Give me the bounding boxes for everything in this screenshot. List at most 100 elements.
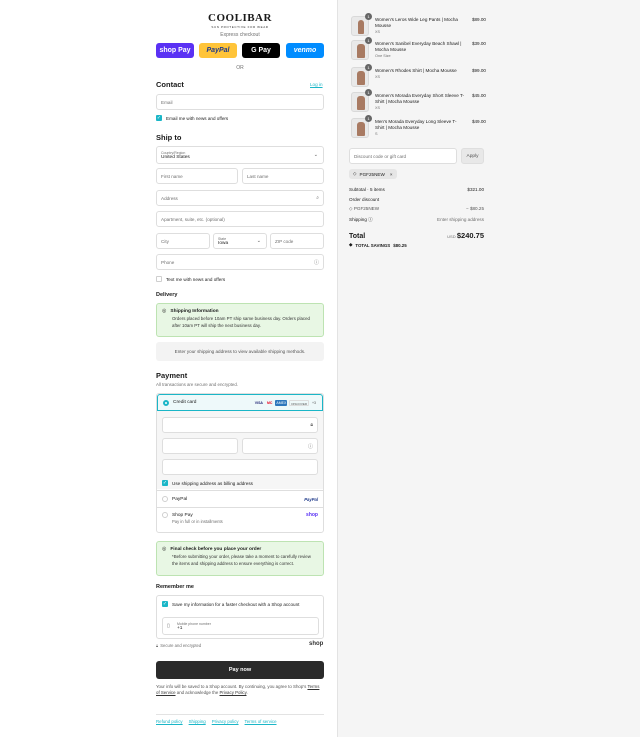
or-divider: OR bbox=[236, 65, 244, 71]
apply-button[interactable]: Apply bbox=[461, 148, 484, 164]
applied-code: PGF25NEW bbox=[353, 206, 380, 211]
subtotal-row: Subtotal · 5 items $321.00 bbox=[349, 187, 484, 192]
address-field[interactable]: ⌕ bbox=[156, 190, 324, 206]
search-icon: ⌕ bbox=[316, 195, 319, 201]
paypal-radio[interactable] bbox=[162, 496, 168, 502]
email-input[interactable] bbox=[161, 99, 319, 105]
refund-policy-link[interactable]: Refund policy bbox=[156, 719, 183, 724]
security-code-field[interactable]: ⓘ bbox=[242, 438, 318, 454]
last-name-field[interactable] bbox=[242, 168, 324, 184]
shop-pay-button[interactable]: shop Pay bbox=[156, 43, 194, 58]
tag-icon: ◇ bbox=[353, 171, 357, 176]
item-name: Women's Sanibel Everyday Beach Shawl | M… bbox=[375, 41, 462, 52]
expiration-field[interactable] bbox=[162, 438, 238, 454]
total-row: Total USD $240.75 bbox=[349, 231, 484, 240]
quantity-badge: 1 bbox=[365, 64, 372, 71]
card-number-field[interactable]: 🔒︎ bbox=[162, 417, 318, 433]
close-icon[interactable]: × bbox=[390, 172, 393, 177]
payment-heading: Payment bbox=[156, 371, 188, 380]
state-value: Iowa bbox=[218, 240, 229, 246]
login-link[interactable]: Log in bbox=[310, 82, 323, 87]
item-variant: XS bbox=[375, 75, 381, 79]
last-name-input[interactable] bbox=[247, 173, 319, 179]
brand-name: COOLIBAR bbox=[208, 12, 272, 24]
shop-pay-logo-icon: shop bbox=[306, 512, 318, 518]
email-news-checkbox[interactable]: ✓ bbox=[156, 115, 162, 121]
shipping-value: Enter shipping address bbox=[437, 217, 484, 222]
terms-of-service-link[interactable]: Terms of service bbox=[245, 719, 277, 724]
google-pay-button[interactable]: G Pay bbox=[242, 43, 280, 58]
credit-card-radio[interactable] bbox=[163, 399, 169, 406]
shop-pay-option[interactable]: Shop Pay shop Pay in full or in installm… bbox=[157, 507, 323, 533]
venmo-button[interactable]: venmo bbox=[286, 43, 324, 58]
total-savings: ◆ TOTAL SAVINGS $80.25 bbox=[349, 242, 407, 248]
quantity-badge: 1 bbox=[365, 89, 372, 96]
credit-card-option[interactable]: Credit card VISA MC AMEX DISCOVER +3 bbox=[157, 394, 323, 411]
billing-same-row[interactable]: ✓ Use shipping address as billing addres… bbox=[162, 480, 253, 486]
state-select[interactable]: State Iowa ⌄ bbox=[213, 233, 267, 249]
privacy-policy-link[interactable]: Privacy policy bbox=[212, 719, 239, 724]
savings-label: TOTAL SAVINGS bbox=[355, 242, 391, 248]
discover-icon: DISCOVER bbox=[289, 399, 309, 406]
text-news-row[interactable]: Text me with news and offers bbox=[156, 276, 225, 282]
footer-links: Refund policy Shipping Privacy policy Te… bbox=[156, 714, 324, 724]
shop-pay-radio[interactable] bbox=[162, 512, 168, 518]
email-field[interactable] bbox=[156, 94, 324, 110]
privacy-link[interactable]: Privacy Policy bbox=[220, 690, 247, 695]
phone-input[interactable] bbox=[161, 259, 314, 265]
zip-input[interactable] bbox=[275, 238, 319, 244]
checkout-main: COOLIBAR SUN PROTECTIVE FOR WEAR Express… bbox=[0, 0, 337, 737]
paypal-option[interactable]: PayPal PayPal bbox=[157, 490, 323, 507]
shipping-link[interactable]: Shipping bbox=[189, 719, 206, 724]
billing-same-checkbox[interactable]: ✓ bbox=[162, 480, 168, 486]
country-select[interactable]: Country/Region United States ⌄ bbox=[156, 146, 324, 164]
text-news-checkbox[interactable] bbox=[156, 276, 162, 282]
final-check-title: Final check before you place your order bbox=[170, 546, 262, 552]
discount-code-input[interactable] bbox=[354, 153, 452, 159]
savings-value: $80.25 bbox=[393, 242, 407, 248]
check-circle-icon: ◎ bbox=[162, 546, 167, 552]
visa-icon: VISA bbox=[254, 400, 263, 405]
city-input[interactable] bbox=[161, 238, 205, 244]
subtotal-value: $321.00 bbox=[467, 187, 484, 192]
zip-field[interactable] bbox=[270, 233, 324, 249]
apartment-input[interactable] bbox=[161, 216, 319, 222]
help-icon[interactable]: ⓘ bbox=[314, 259, 319, 266]
email-news-label: Email me with news and offers bbox=[166, 115, 229, 121]
brand-logo[interactable]: COOLIBAR SUN PROTECTIVE FOR WEAR bbox=[156, 12, 324, 29]
currency-code: USD bbox=[447, 234, 456, 239]
save-info-row[interactable]: ✓ Save my information for a faster check… bbox=[162, 601, 299, 607]
address-input[interactable] bbox=[161, 195, 317, 201]
amex-icon: AMEX bbox=[275, 399, 288, 406]
first-name-input[interactable] bbox=[161, 173, 233, 179]
secure-label: Secure and encrypted bbox=[160, 643, 202, 648]
shop-pay-sub: Pay in full or in installments bbox=[172, 519, 223, 524]
paypal-button[interactable]: PayPal bbox=[199, 43, 237, 58]
express-checkout-label: Express checkout bbox=[220, 32, 260, 38]
shipping-row: Shipping ⓘ Enter shipping address bbox=[349, 217, 484, 223]
city-field[interactable] bbox=[156, 233, 210, 249]
shop-pay-label: Shop Pay bbox=[172, 512, 193, 518]
save-info-checkbox[interactable]: ✓ bbox=[162, 601, 168, 607]
subtotal-label: Subtotal · 5 items bbox=[349, 187, 385, 192]
help-icon[interactable]: ⓘ bbox=[368, 217, 373, 222]
help-icon[interactable]: ⓘ bbox=[308, 443, 313, 450]
ship-to-heading: Ship to bbox=[156, 133, 182, 142]
name-on-card-field[interactable] bbox=[162, 459, 318, 475]
mobile-phone-field[interactable]: ▯ Mobile phone number +1 bbox=[162, 617, 319, 635]
contact-heading: Contact bbox=[156, 80, 184, 89]
country-value: United States bbox=[161, 154, 190, 160]
email-news-row[interactable]: ✓ Email me with news and offers bbox=[156, 115, 228, 121]
check-circle-icon: ◎ bbox=[162, 308, 167, 314]
discount-code-field[interactable] bbox=[349, 148, 457, 164]
item-price: $49.00 bbox=[471, 119, 486, 124]
shipping-label: Shipping bbox=[349, 217, 367, 222]
phone-field[interactable]: ⓘ bbox=[156, 254, 324, 270]
apartment-field[interactable] bbox=[156, 211, 324, 227]
pay-now-button[interactable]: Pay now bbox=[156, 661, 324, 679]
payment-subheading: All transactions are secure and encrypte… bbox=[156, 382, 239, 387]
final-check-box: ◎ Final check before you place your orde… bbox=[156, 541, 324, 576]
item-variant: XS bbox=[375, 106, 381, 110]
first-name-field[interactable] bbox=[156, 168, 238, 184]
shop-logo-icon: shop bbox=[309, 641, 324, 647]
